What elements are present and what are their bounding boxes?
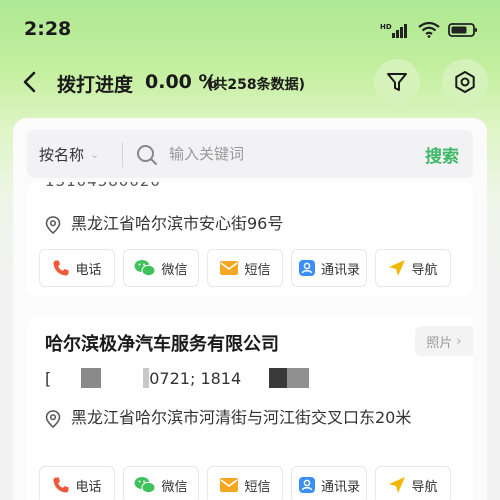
navigation-button[interactable]: 导航: [375, 466, 451, 500]
search-icon: [137, 145, 157, 165]
sms-icon: [220, 261, 239, 275]
redacted-block: [269, 368, 288, 388]
search-button[interactable]: 搜索: [425, 142, 459, 167]
redacted-block: [287, 368, 310, 388]
search-field-select[interactable]: 按名称 ⌄: [39, 144, 99, 165]
call-label: 电话: [75, 262, 102, 278]
call-button[interactable]: 电话: [39, 466, 115, 500]
contacts-label: 通讯录: [320, 262, 360, 278]
search-divider: [122, 142, 123, 167]
navigation-label: 导航: [411, 479, 438, 495]
battery-icon: [448, 23, 477, 37]
wechat-icon: [134, 260, 156, 277]
phone-bracket: [: [45, 368, 52, 388]
call-label: 电话: [75, 479, 102, 495]
navigation-icon: [389, 260, 406, 276]
call-button[interactable]: 电话: [39, 249, 115, 287]
navigation-icon: [389, 477, 406, 493]
signal-icon: HD: [380, 23, 407, 38]
contacts-label: 通讯录: [320, 479, 360, 495]
navigation-button[interactable]: 导航: [375, 249, 451, 287]
phone-icon: [53, 260, 69, 276]
phone-icon: [53, 477, 69, 493]
photo-button[interactable]: 照片 ›: [415, 326, 473, 356]
wechat-label: 微信: [161, 262, 188, 278]
result-card: 13104580020 黑龙江省哈尔滨市安心街96号 电话 微信 短信 通讯录 …: [27, 182, 473, 296]
chevron-right-icon: ›: [456, 333, 462, 349]
contacts-button[interactable]: 通讯录: [291, 466, 367, 500]
sms-label: 短信: [244, 479, 271, 495]
wechat-button[interactable]: 微信: [123, 466, 199, 500]
status-icons: HD: [380, 22, 478, 38]
location-pin-icon: [45, 410, 61, 428]
card-actions: 电话 微信 短信 通讯录 导航: [39, 249, 451, 287]
settings-button[interactable]: [442, 59, 488, 105]
nav-bar: 拨打进度 0.00 % (共258条数据): [0, 56, 500, 108]
chevron-left-icon: [23, 71, 36, 93]
card-actions: 电话 微信 短信 通讯录 导航: [39, 466, 451, 500]
status-bar: 2:28 HD: [0, 0, 500, 52]
back-button[interactable]: [14, 66, 46, 98]
status-time: 2:28: [24, 18, 72, 40]
sms-button[interactable]: 短信: [207, 466, 283, 500]
phone-fragment: 0721; 1814: [149, 368, 242, 388]
card-phones[interactable]: [ 0721; 1814: [45, 368, 310, 388]
wechat-button[interactable]: 微信: [123, 249, 199, 287]
search-bar: 按名称 ⌄ 搜索: [27, 130, 473, 178]
record-count: (共258条数据): [207, 77, 306, 93]
settings-hexagon-icon: [455, 71, 475, 93]
wifi-icon: [418, 22, 440, 38]
contacts-button[interactable]: 通讯录: [291, 249, 367, 287]
navigation-label: 导航: [411, 262, 438, 278]
sms-button[interactable]: 短信: [207, 249, 283, 287]
card-phone: 13104580020: [45, 182, 161, 190]
redacted-block: [81, 368, 102, 388]
wechat-icon: [134, 477, 156, 494]
company-name: 哈尔滨极净汽车服务有限公司: [45, 334, 279, 355]
chevron-down-icon: ⌄: [90, 148, 100, 161]
contacts-icon: [298, 477, 315, 493]
search-field-label: 按名称: [39, 146, 85, 164]
search-input[interactable]: [169, 140, 399, 168]
filter-icon: [387, 73, 407, 91]
sms-icon: [220, 478, 239, 492]
card-address: 黑龙江省哈尔滨市河清街与河江街交叉口东20米: [45, 405, 461, 430]
filter-button[interactable]: [374, 59, 420, 105]
location-pin-icon: [45, 216, 61, 234]
network-label: HD: [380, 23, 392, 31]
wechat-label: 微信: [161, 479, 188, 495]
contacts-icon: [298, 260, 315, 276]
photo-label: 照片: [426, 335, 453, 351]
card-address-text: 黑龙江省哈尔滨市安心街96号: [71, 214, 284, 233]
card-address-text: 黑龙江省哈尔滨市河清街与河江街交叉口东20米: [71, 408, 412, 427]
card-address: 黑龙江省哈尔滨市安心街96号: [45, 211, 461, 236]
result-card: 哈尔滨极净汽车服务有限公司 照片 › [ 0721; 1814 黑龙江省哈尔滨市…: [27, 316, 473, 500]
page-title: 拨打进度: [57, 74, 134, 96]
sms-label: 短信: [244, 262, 271, 278]
